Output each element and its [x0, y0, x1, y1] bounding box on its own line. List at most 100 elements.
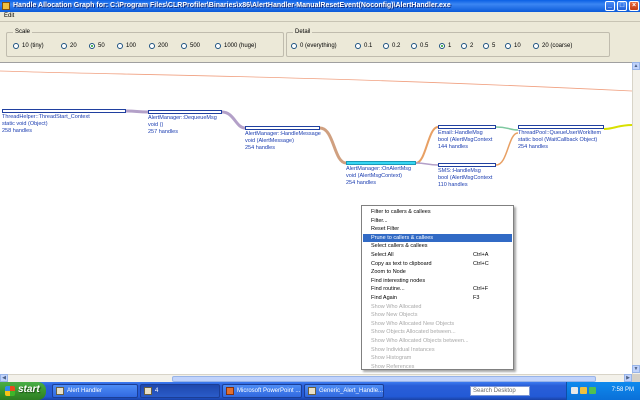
menu-select-callers-callees[interactable]: Select callers & callees [363, 242, 512, 251]
edge-threadpool-next [603, 124, 632, 130]
scroll-down-icon[interactable]: ▼ [632, 365, 640, 373]
scale-group: Scale 10 (tiny) 20 50 100 200 500 1000 (… [6, 29, 284, 57]
edge-dequeue-handlemessage [221, 110, 246, 130]
task-generic-alert-handler[interactable]: Generic_Alert_Handle... [304, 384, 384, 398]
options-panel: Scale 10 (tiny) 20 50 100 200 500 1000 (… [0, 22, 640, 62]
menu-copy-text[interactable]: Copy as text to clipboard Ctrl+C [363, 260, 512, 269]
windows-logo-icon [5, 386, 15, 396]
edge-top-line [0, 70, 632, 92]
maximize-button[interactable]: □ [617, 1, 627, 11]
radio-icon [291, 43, 297, 49]
scroll-right-icon[interactable]: ▶ [624, 374, 632, 382]
menu-show-who-allocated-between: Show Who Allocated Objects between... [371, 337, 469, 344]
menu-prune-callers-callees[interactable]: Prune to callers & callees [363, 233, 512, 243]
node-handlemessage[interactable]: AlertManager::HandleMessage void (AlertM… [245, 126, 321, 152]
scale-option-100[interactable]: 100 [117, 43, 136, 49]
scroll-left-icon[interactable]: ◀ [0, 374, 8, 382]
horizontal-scrollbar[interactable]: ◀ ▶ [0, 374, 632, 382]
taskbar: start Alert Handler 4 Microsoft PowerPoi… [0, 382, 640, 400]
menu-show-individual-instances: Show Individual Instances [371, 346, 435, 353]
powerpoint-icon [226, 387, 234, 395]
scale-option-200[interactable]: 200 [149, 43, 168, 49]
scale-option-10[interactable]: 10 (tiny) [13, 43, 44, 49]
node-onalertmsg[interactable]: AlertManager::OnAlertMsg void (AlertMsgC… [346, 161, 416, 187]
window-title: Handle Allocation Graph for: C:\Program … [13, 2, 451, 9]
detail-option-2[interactable]: 2 [461, 43, 473, 49]
menu-find-again[interactable]: Find Again F3 [363, 294, 512, 303]
context-menu: Filter to callers & callees Filter... Re… [361, 205, 514, 370]
scale-option-1000[interactable]: 1000 (huge) [215, 43, 256, 49]
menu-show-objects-between: Show Objects Allocated between... [371, 329, 456, 336]
edge-onalertmsg-sms [415, 162, 439, 166]
minimize-button[interactable]: _ [605, 1, 615, 11]
edge-email-threadpool [495, 126, 519, 131]
menu-find-interesting-nodes[interactable]: Find interesting nodes [363, 277, 512, 286]
scale-option-20[interactable]: 20 [61, 43, 77, 49]
menu-reset-filter[interactable]: Reset Filter [363, 225, 512, 234]
close-button[interactable]: × [629, 1, 639, 11]
menu-show-who-allocated: Show Who Allocated [371, 303, 422, 310]
radio-icon [215, 43, 221, 49]
system-tray: 7:58 PM [566, 382, 640, 400]
node-threadpool-queue[interactable]: ThreadPool::QueueUserWorkItem static boo… [518, 125, 604, 151]
detail-option-1[interactable]: 1 [439, 43, 451, 49]
detail-option-10[interactable]: 10 [505, 43, 521, 49]
detail-option-5[interactable]: 5 [483, 43, 495, 49]
node-sms-handlemsg[interactable]: SMS::HandleMsg bool (AlertMsgContext 110… [438, 163, 496, 189]
detail-label: Detail [293, 29, 313, 35]
node-bar-selected [346, 161, 416, 165]
edge-threadhelper-dequeue [125, 109, 149, 114]
radio-icon [461, 43, 467, 49]
menu-filter-callers-callees[interactable]: Filter to callers & callees [363, 208, 512, 217]
menu-zoom-to-node[interactable]: Zoom to Node [363, 268, 512, 277]
radio-icon [383, 43, 389, 49]
document-icon [308, 387, 316, 395]
task-group-4[interactable]: 4 [140, 384, 220, 398]
menu-show-references: Show References [371, 363, 415, 370]
radio-icon [117, 43, 123, 49]
task-alert-handler[interactable]: Alert Handler [52, 384, 138, 398]
edge-sms-threadpool [495, 132, 519, 166]
detail-option-0-1[interactable]: 0.1 [355, 43, 372, 49]
detail-option-0-5[interactable]: 0.5 [411, 43, 428, 49]
tray-network-icon[interactable] [571, 387, 578, 394]
scale-option-500[interactable]: 500 [181, 43, 200, 49]
menu-find-routine[interactable]: Find routine... Ctrl+F [363, 285, 512, 294]
edge-onalertmsg-email [415, 126, 439, 164]
detail-group: Detail 0 (everything) 0.1 0.2 0.5 1 2 5 … [286, 29, 610, 57]
node-threadhelper[interactable]: ThreadHelper::ThreadStart_Context static… [2, 109, 126, 135]
start-button[interactable]: start [0, 382, 46, 400]
menu-select-all[interactable]: Select All Ctrl+A [363, 251, 512, 260]
node-bar [518, 125, 604, 129]
radio-icon [505, 43, 511, 49]
detail-option-0-2[interactable]: 0.2 [383, 43, 400, 49]
menu-show-histogram: Show Histogram [371, 355, 412, 362]
app-window-icon [56, 387, 64, 395]
menu-edit[interactable]: Edit [4, 13, 14, 19]
menu-show-who-allocated-new: Show Who Allocated New Objects [371, 320, 455, 327]
tray-volume-icon[interactable] [589, 387, 596, 394]
task-powerpoint[interactable]: Microsoft PowerPoint ... [222, 384, 302, 398]
app-window-icon [144, 387, 152, 395]
detail-option-0[interactable]: 0 (everything) [291, 43, 337, 49]
radio-icon [411, 43, 417, 49]
title-bar: Handle Allocation Graph for: C:\Program … [0, 0, 640, 12]
scale-option-50[interactable]: 50 [89, 43, 105, 49]
vertical-scrollbar[interactable]: ▲ ▼ [632, 62, 640, 374]
node-email-handlemsg[interactable]: Email::HandleMsg bool (AlertMsgContext 1… [438, 125, 496, 151]
radio-icon [533, 43, 539, 49]
graph-canvas[interactable]: ThreadHelper::ThreadStart_Context static… [0, 62, 632, 374]
clock[interactable]: 7:58 PM [612, 387, 634, 393]
node-dequeuemsg[interactable]: AlertManager::DequeueMsg void () 257 han… [148, 110, 222, 136]
radio-icon [13, 43, 19, 49]
radio-icon [149, 43, 155, 49]
search-desktop-input[interactable]: Search Desktop [470, 386, 530, 396]
menu-show-new-objects: Show New Objects [371, 312, 418, 319]
radio-icon [89, 43, 95, 49]
detail-option-20[interactable]: 20 (coarse) [533, 43, 572, 49]
app-icon[interactable] [2, 2, 10, 10]
tray-security-icon[interactable] [580, 387, 587, 394]
scale-label: Scale [13, 29, 33, 35]
menu-filter[interactable]: Filter... [363, 217, 512, 226]
scroll-up-icon[interactable]: ▲ [632, 62, 640, 70]
